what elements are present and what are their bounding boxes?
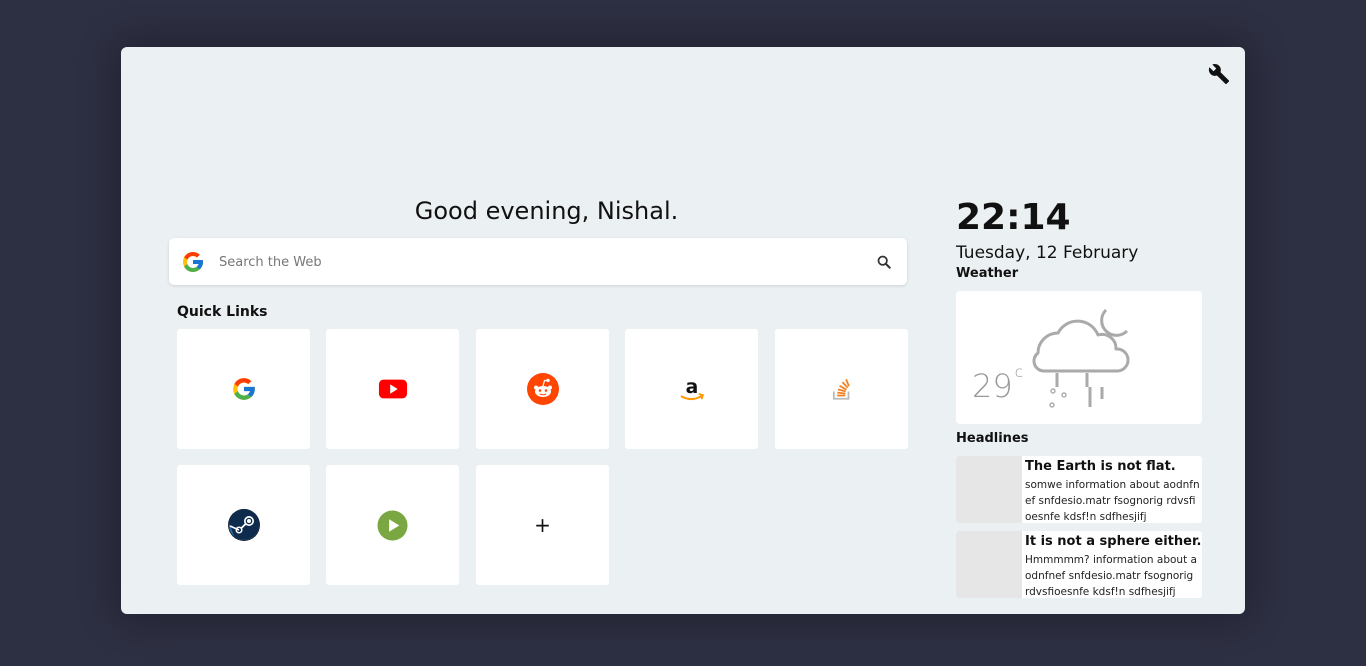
temperature-value: 29 xyxy=(972,367,1013,405)
google-icon xyxy=(232,378,255,400)
search-input[interactable] xyxy=(217,246,851,278)
quick-link-stackoverflow[interactable] xyxy=(775,329,908,449)
headline-description: somwe information about aodnfnef snfdesi… xyxy=(1025,479,1200,523)
google-icon xyxy=(183,252,203,272)
reddit-icon xyxy=(526,373,559,405)
quick-link-play[interactable] xyxy=(326,465,459,585)
headline-thumbnail xyxy=(956,531,1022,598)
wrench-icon[interactable] xyxy=(1208,63,1230,85)
quick-link-google[interactable] xyxy=(177,329,310,449)
headline-title: It is not a sphere either. xyxy=(1025,534,1202,549)
add-quick-link-button[interactable]: + xyxy=(476,465,609,585)
headline-item[interactable]: The Earth is not flat. somwe information… xyxy=(956,456,1202,523)
play-icon xyxy=(377,509,408,541)
steam-icon xyxy=(227,509,260,541)
plus-icon: + xyxy=(534,513,551,537)
amazon-icon: a xyxy=(680,377,704,401)
quick-links-title: Quick Links xyxy=(177,304,268,320)
headline-thumbnail xyxy=(956,456,1022,523)
quick-link-amazon[interactable]: a xyxy=(625,329,758,449)
headline-description: Hmmmmm? information about aodnfnef snfde… xyxy=(1025,554,1197,598)
headline-title: The Earth is not flat. xyxy=(1025,459,1176,474)
quick-link-steam[interactable] xyxy=(177,465,310,585)
weather-card: 29 c xyxy=(956,291,1202,424)
stackoverflow-icon xyxy=(832,378,850,400)
clock-time: 22:14 xyxy=(956,197,1071,238)
new-tab-panel: Good evening, Nishal. Quick Links xyxy=(121,47,1245,614)
svg-text:a: a xyxy=(685,377,698,398)
quick-link-reddit[interactable] xyxy=(476,329,609,449)
greeting: Good evening, Nishal. xyxy=(414,197,679,225)
cloud-moon-rain-snow-icon xyxy=(1032,308,1130,408)
search-icon[interactable] xyxy=(877,255,891,269)
temperature-unit: c xyxy=(1014,363,1023,381)
search-bar[interactable] xyxy=(169,238,907,285)
quick-link-youtube[interactable] xyxy=(326,329,459,449)
temperature: 29 c xyxy=(972,363,1023,405)
youtube-icon xyxy=(378,379,407,399)
headlines-title: Headlines xyxy=(956,431,1029,446)
clock-date: Tuesday, 12 February xyxy=(956,243,1139,263)
weather-title: Weather xyxy=(956,266,1019,281)
headline-item[interactable]: It is not a sphere either. Hmmmmm? infor… xyxy=(956,531,1202,598)
